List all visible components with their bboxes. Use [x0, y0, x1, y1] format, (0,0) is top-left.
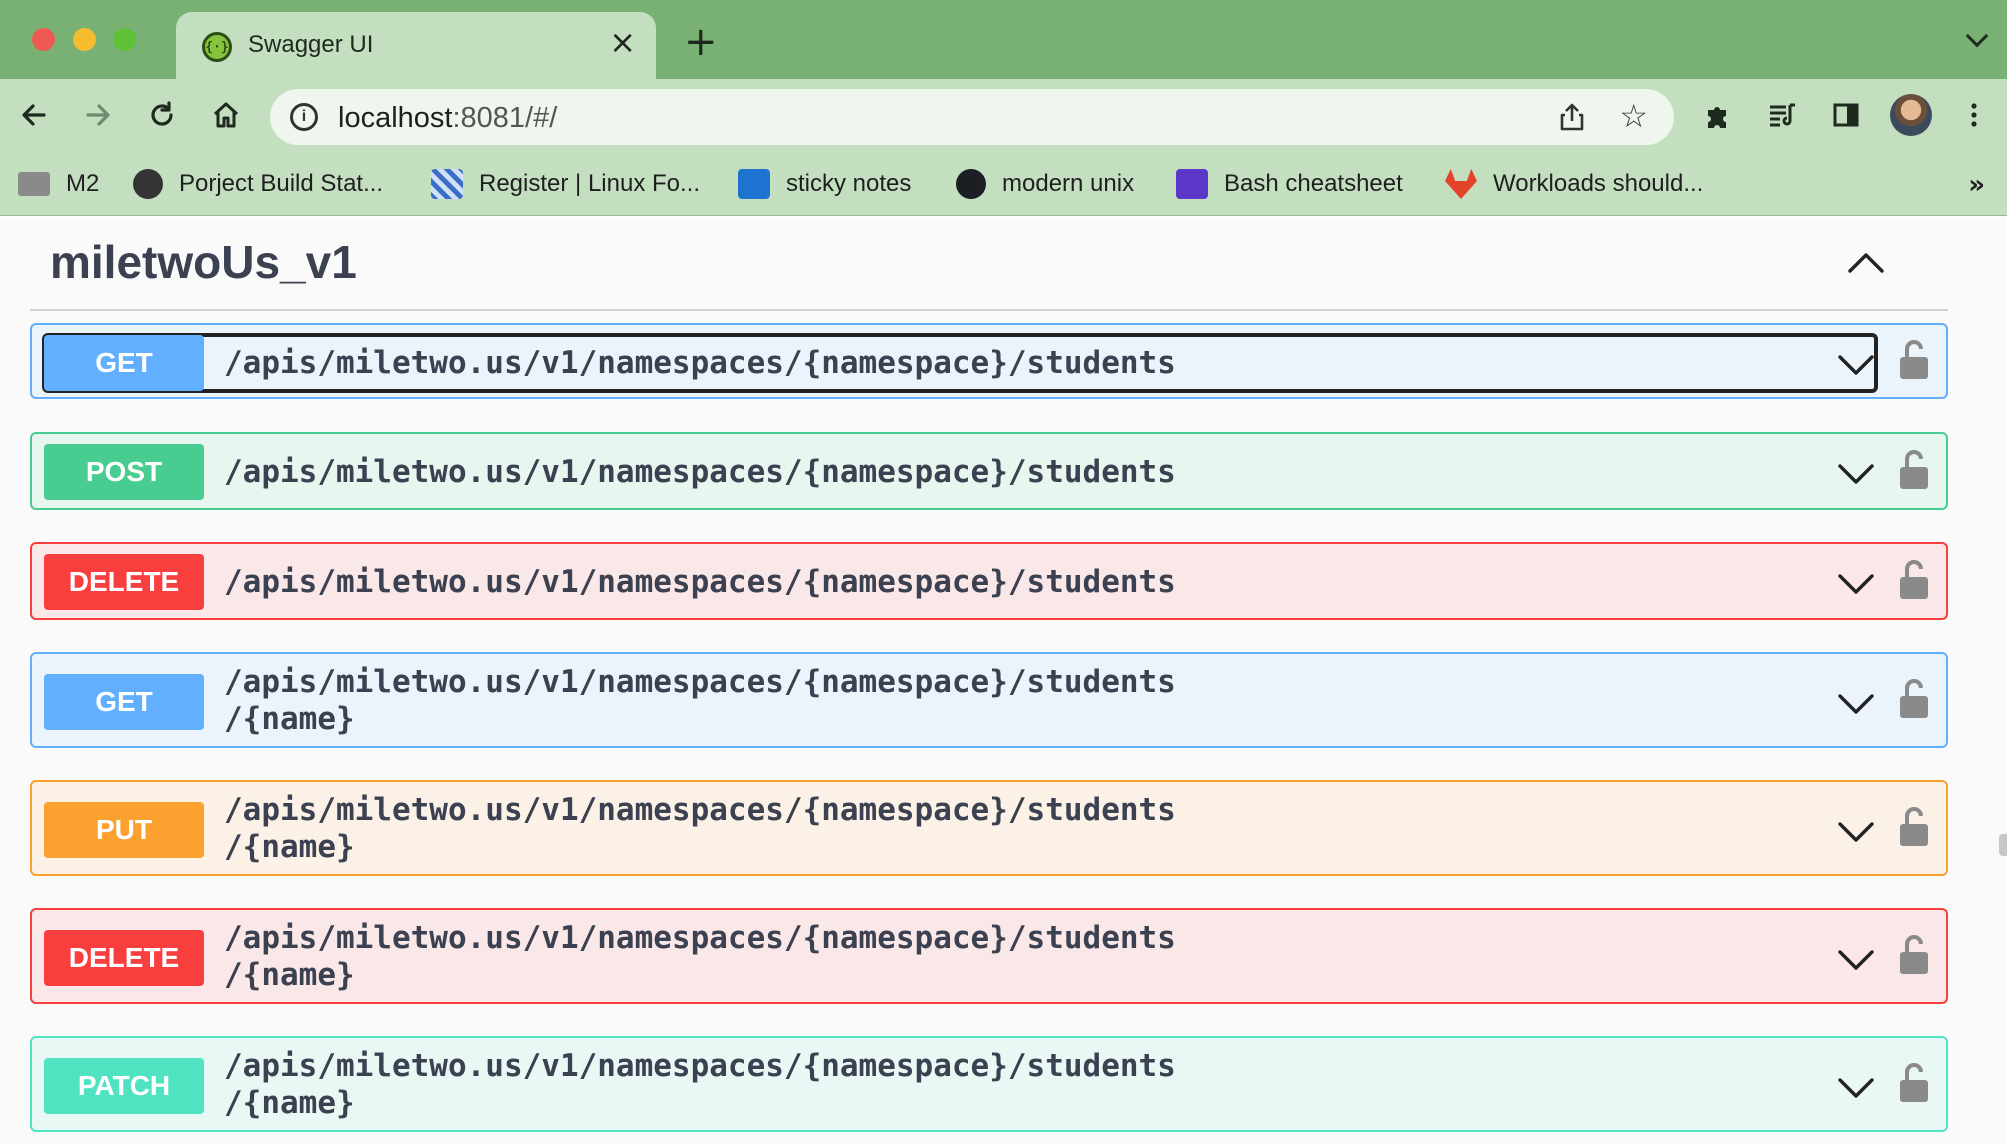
method-badge: DELETE — [44, 930, 204, 986]
browser-tab-active[interactable]: {·} Swagger UI × — [176, 12, 656, 79]
bookmark-label: modern unix — [1002, 170, 1135, 197]
browser-toolbar: i localhost:8081/#/ ☆ — [0, 79, 2007, 154]
bookmark-label: M2 — [66, 170, 100, 197]
expand-chevron-down-icon[interactable] — [1836, 946, 1876, 974]
window-titlebar: {·} Swagger UI × + — [0, 0, 2007, 79]
maximize-window-button[interactable] — [113, 28, 136, 51]
reload-button[interactable] — [140, 93, 184, 137]
github-icon — [956, 169, 986, 199]
method-badge: GET — [44, 674, 204, 730]
bookmark-project-build-status[interactable]: Porject Build Stat... — [133, 167, 383, 201]
url-text: localhost:8081/#/ — [338, 102, 557, 135]
side-panel-button[interactable] — [1824, 93, 1868, 137]
operation-delete-student-by-name[interactable]: DELETE /apis/miletwo.us/v1/namespaces/{n… — [30, 908, 1948, 1004]
home-button[interactable] — [204, 93, 248, 137]
unlocked-padlock-icon[interactable] — [1898, 559, 1930, 601]
kebab-menu-icon — [1971, 103, 1977, 127]
new-tab-button[interactable]: + — [684, 22, 718, 62]
bookmark-label: Porject Build Stat... — [179, 170, 384, 197]
bookmark-workloads[interactable]: Workloads should... — [1445, 167, 1703, 201]
page-scrollbar[interactable] — [1999, 834, 2007, 856]
operation-patch-student-by-name[interactable]: PATCH /apis/miletwo.us/v1/namespaces/{na… — [30, 1036, 1948, 1132]
operation-path: /apis/miletwo.us/v1/namespaces/{namespac… — [224, 920, 1176, 993]
method-badge: POST — [44, 444, 204, 500]
method-badge: PATCH — [44, 1058, 204, 1114]
tag-title: miletwoUs_v1 — [50, 236, 357, 288]
unlocked-padlock-icon[interactable] — [1898, 449, 1930, 491]
operation-delete-students[interactable]: DELETE /apis/miletwo.us/v1/namespaces/{n… — [30, 542, 1948, 620]
side-panel-icon — [1833, 103, 1859, 127]
profile-avatar[interactable] — [1890, 94, 1932, 136]
method-badge: DELETE — [44, 554, 204, 610]
outlook-icon — [738, 169, 770, 199]
url-path: :8081/#/ — [452, 102, 558, 134]
back-arrow-icon — [22, 104, 46, 126]
operation-path: /apis/miletwo.us/v1/namespaces/{namespac… — [224, 792, 1176, 865]
unlocked-padlock-icon[interactable] — [1898, 678, 1930, 720]
method-badge: PUT — [44, 802, 204, 858]
url-host: localhost — [338, 102, 453, 134]
puzzle-piece-icon — [1708, 107, 1726, 128]
reload-icon — [151, 101, 173, 126]
bookmark-m2[interactable]: M2 — [18, 167, 99, 201]
address-bar[interactable]: i localhost:8081/#/ ☆ — [270, 89, 1674, 145]
unlocked-padlock-icon[interactable] — [1898, 1062, 1930, 1104]
expand-chevron-down-icon[interactable] — [1836, 690, 1876, 718]
share-icon[interactable] — [1556, 101, 1588, 133]
site-info-icon[interactable]: i — [290, 103, 318, 131]
bookmark-label: sticky notes — [786, 170, 912, 197]
tab-search-chevron-icon[interactable] — [1965, 24, 1989, 48]
more-bookmarks-chevron-icon[interactable]: » — [1968, 170, 1985, 200]
method-badge: GET — [44, 335, 204, 391]
forward-button[interactable] — [76, 93, 120, 137]
operation-path: /apis/miletwo.us/v1/namespaces/{namespac… — [224, 664, 1176, 737]
operation-post-students[interactable]: POST /apis/miletwo.us/v1/namespaces/{nam… — [30, 432, 1948, 510]
operation-get-students[interactable]: GET /apis/miletwo.us/v1/namespaces/{name… — [30, 323, 1948, 399]
unlocked-padlock-icon[interactable] — [1898, 934, 1930, 976]
operation-path: /apis/miletwo.us/v1/namespaces/{namespac… — [224, 1048, 1176, 1121]
minimize-window-button[interactable] — [73, 28, 96, 51]
expand-chevron-down-icon[interactable] — [1836, 460, 1876, 488]
bookmark-sticky-notes[interactable]: sticky notes — [738, 167, 911, 201]
tag-section-header[interactable]: miletwoUs_v1 — [30, 217, 1948, 311]
swagger-content: miletwoUs_v1 GET /apis/miletwo.us/v1/nam… — [0, 217, 2007, 1144]
back-button[interactable] — [12, 93, 56, 137]
expand-chevron-down-icon[interactable] — [1836, 570, 1876, 598]
gitlab-icon — [1445, 169, 1477, 199]
linux-foundation-icon — [431, 169, 463, 199]
expand-chevron-down-icon[interactable] — [1836, 1074, 1876, 1102]
folder-icon — [18, 172, 50, 196]
collapse-chevron-up-icon[interactable] — [1846, 247, 1886, 277]
bookmarks-bar: M2 Porject Build Stat... Register | Linu… — [0, 154, 2007, 216]
playlist-icon — [1770, 103, 1795, 127]
expand-chevron-down-icon[interactable] — [1836, 351, 1876, 379]
operation-put-student-by-name[interactable]: PUT /apis/miletwo.us/v1/namespaces/{name… — [30, 780, 1948, 876]
operation-path: /apis/miletwo.us/v1/namespaces/{namespac… — [224, 454, 1176, 490]
browser-menu-button[interactable] — [1952, 93, 1996, 137]
clip-icon — [1176, 169, 1208, 199]
unlocked-padlock-icon[interactable] — [1898, 339, 1930, 381]
swagger-favicon-icon: {·} — [202, 32, 232, 62]
bookmark-label: Register | Linux Fo... — [479, 170, 700, 197]
extensions-button[interactable] — [1696, 93, 1740, 137]
unlocked-padlock-icon[interactable] — [1898, 806, 1930, 848]
close-window-button[interactable] — [32, 28, 55, 51]
bookmark-linux-foundation[interactable]: Register | Linux Fo... — [431, 167, 700, 201]
bookmark-modern-unix[interactable]: modern unix — [956, 167, 1134, 201]
expand-chevron-down-icon[interactable] — [1836, 818, 1876, 846]
tab-close-icon[interactable]: × — [609, 26, 636, 58]
bookmark-bash-cheatsheet[interactable]: Bash cheatsheet — [1176, 167, 1403, 201]
circle-ci-icon — [133, 169, 163, 199]
bookmark-star-icon[interactable]: ☆ — [1619, 97, 1648, 135]
bookmark-label: Workloads should... — [1493, 170, 1704, 197]
forward-arrow-icon — [86, 104, 110, 126]
operation-path: /apis/miletwo.us/v1/namespaces/{namespac… — [224, 345, 1176, 381]
home-icon — [213, 102, 239, 128]
bookmark-label: Bash cheatsheet — [1224, 170, 1403, 197]
tab-title: Swagger UI — [248, 31, 374, 58]
operation-path: /apis/miletwo.us/v1/namespaces/{namespac… — [224, 564, 1176, 600]
media-controls-button[interactable] — [1760, 93, 1804, 137]
operation-get-student-by-name[interactable]: GET /apis/miletwo.us/v1/namespaces/{name… — [30, 652, 1948, 748]
